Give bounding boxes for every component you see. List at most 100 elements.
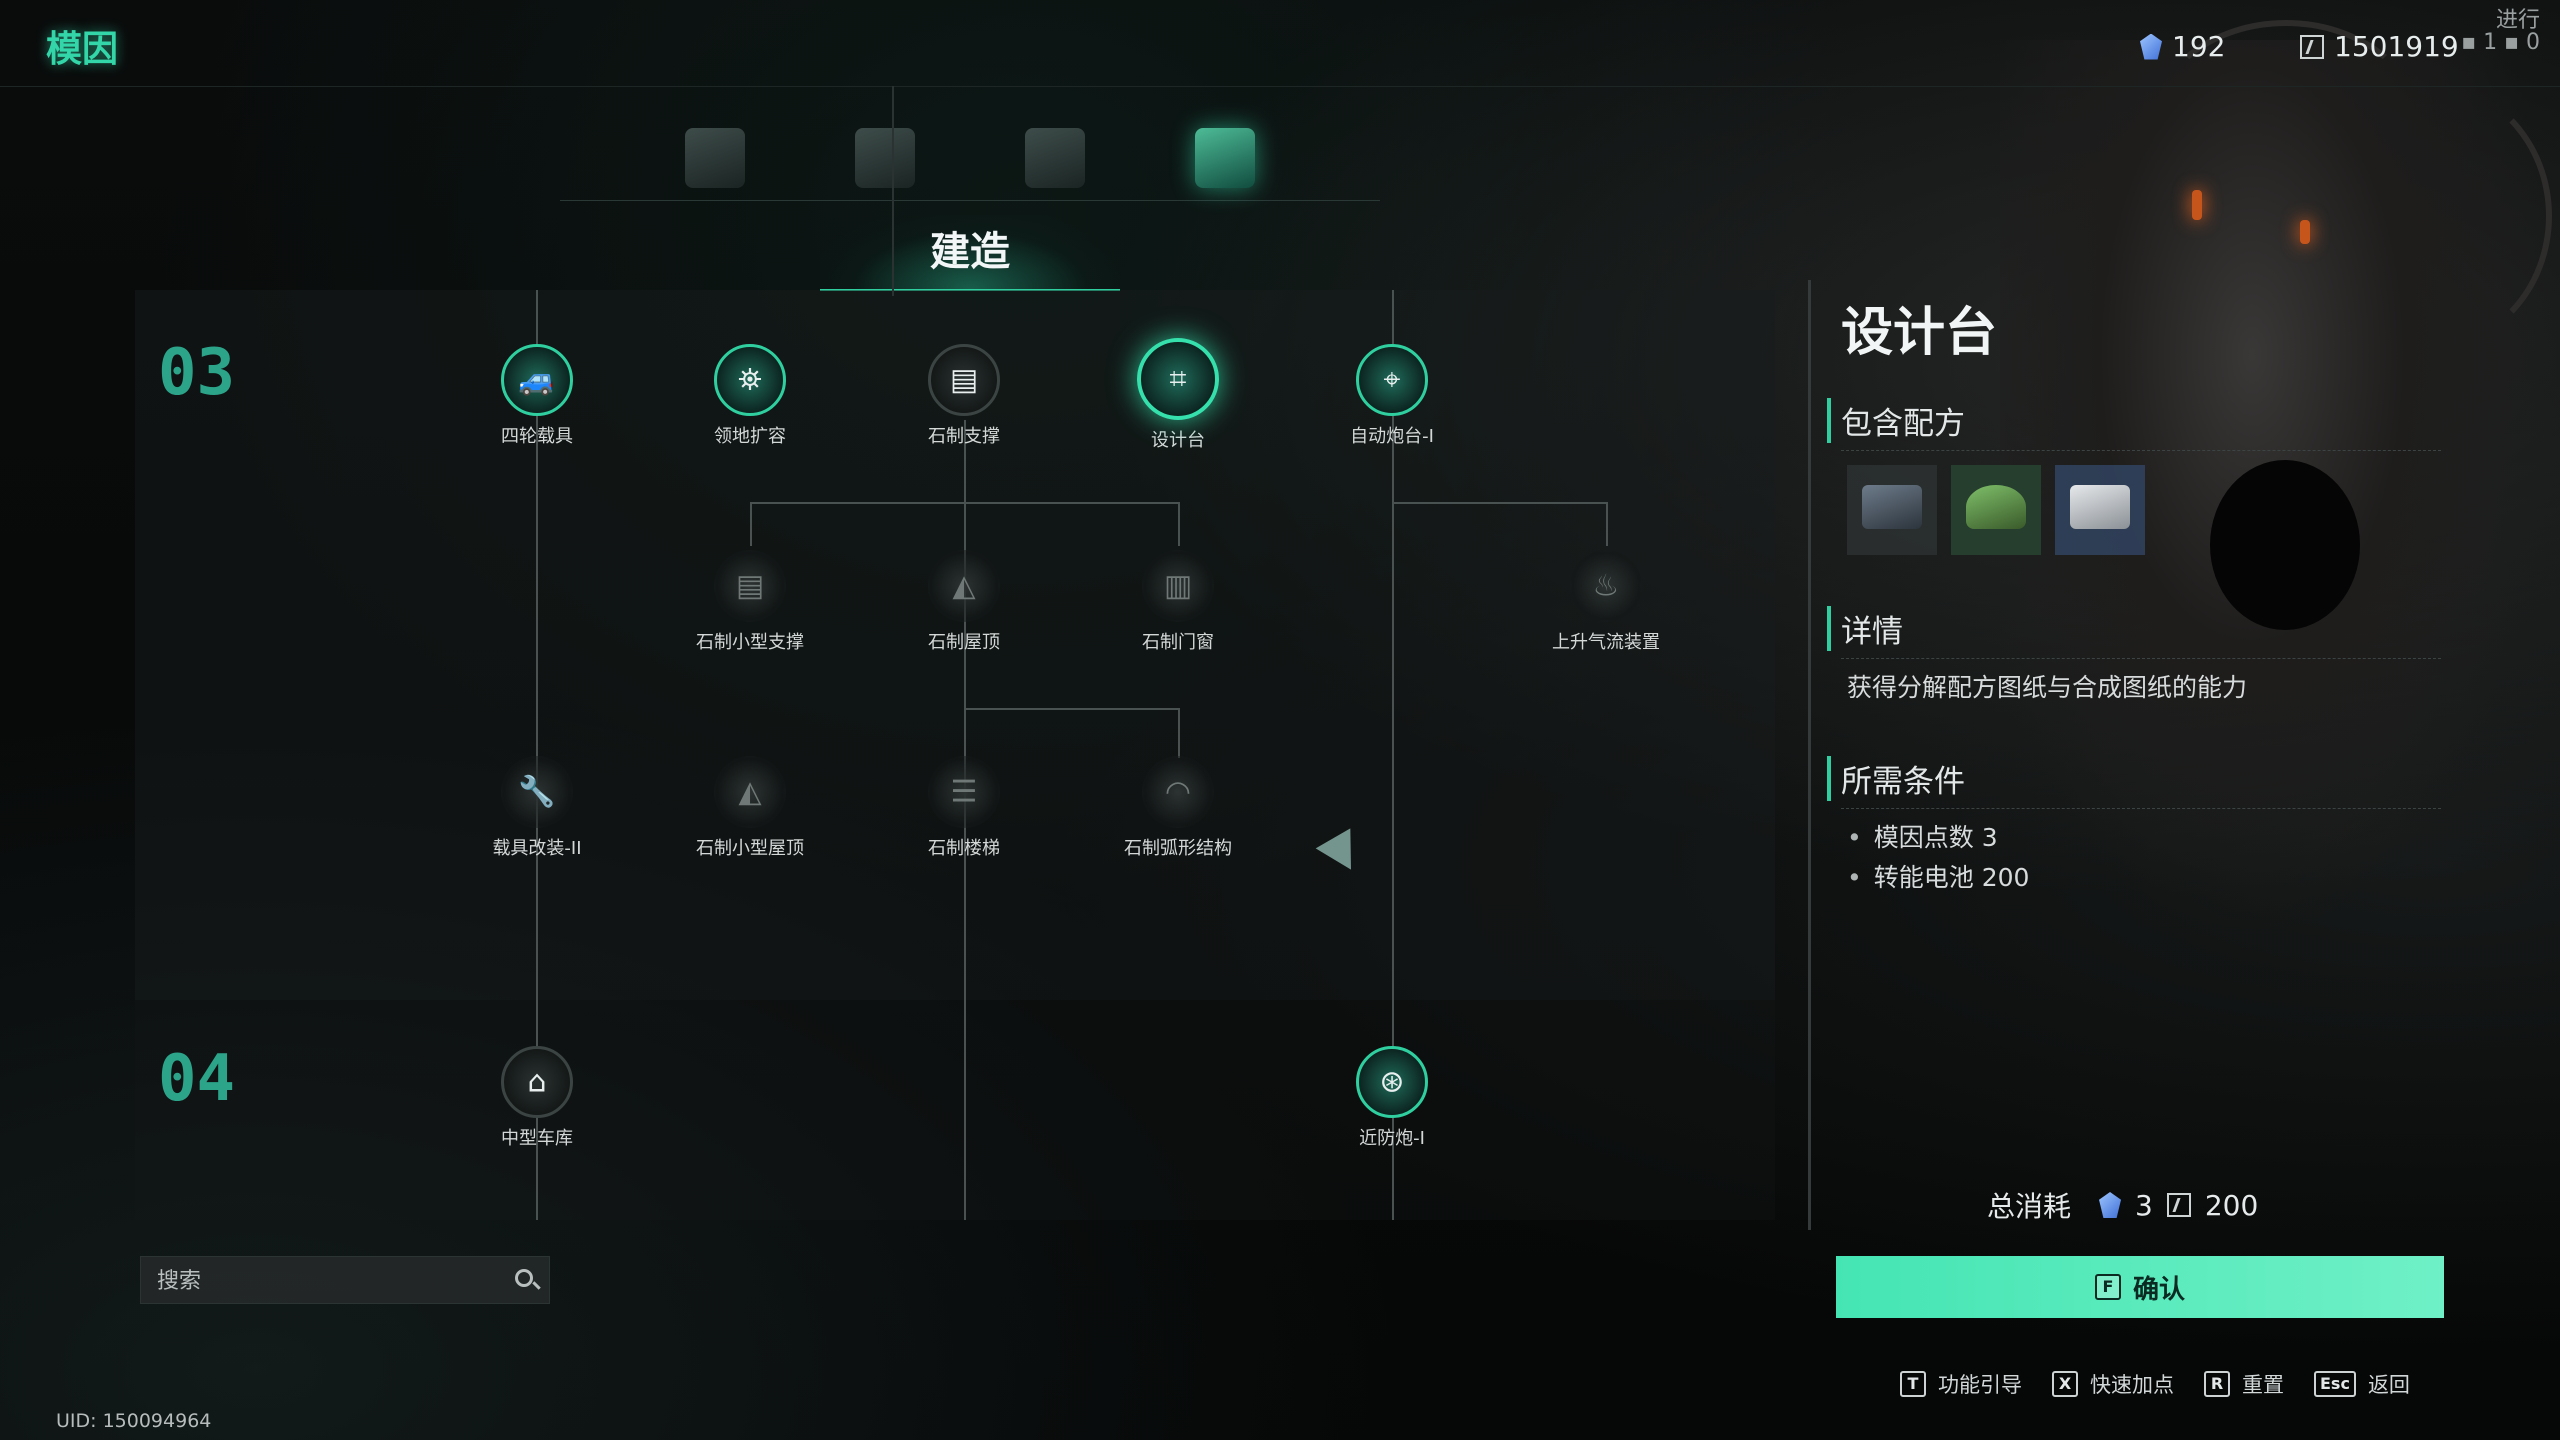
recipe-item[interactable] [2055, 465, 2145, 555]
node-label: 石制支撑 [928, 426, 1000, 447]
connector-line [750, 502, 1180, 504]
hint-guide[interactable]: T 功能引导 [1900, 1369, 2022, 1399]
node-stone-roof[interactable]: ◭ 石制屋顶 [884, 550, 1044, 654]
turret-icon: ⌖ [1383, 362, 1401, 398]
connector-line [1392, 502, 1607, 504]
hint-label: 功能引导 [1938, 1373, 2022, 1397]
car-icon: 🚙 [518, 362, 556, 398]
node-auto-turret[interactable]: ⌖ 自动炮台-I [1312, 344, 1472, 448]
node-icon-frame: ▤ [714, 550, 786, 622]
cost-battery: 200 [2204, 1188, 2259, 1222]
status-indicator: 进行 ▪ 1 ▪ 0 [2461, 10, 2540, 54]
search-box[interactable] [140, 1256, 550, 1304]
blueprint-icon [1862, 485, 1922, 529]
node-updraft-device[interactable]: ♨ 上升气流装置 [1526, 550, 1686, 654]
stairs-icon: ☰ [950, 774, 978, 810]
gene-point-icon [2140, 33, 2162, 60]
confirm-button[interactable]: F 确认 [1836, 1256, 2444, 1318]
node-icon-frame: ◭ [714, 756, 786, 828]
tab-building[interactable] [1180, 118, 1270, 198]
key-x-icon: X [2052, 1371, 2078, 1397]
tier-label: 03 [158, 336, 236, 410]
detail-panel: 设计台 包含配方 详情 获得分解配方图纸与合成图纸的能力 所需条件 模因点数 3… [1808, 280, 2461, 1230]
node-medium-garage[interactable]: ⌂ 中型车库 [457, 1046, 617, 1150]
requirement-item: 模因点数 3 [1847, 818, 1998, 854]
total-cost-label: 总消耗 [1987, 1190, 2072, 1223]
battery-value: 1501919 [2334, 30, 2459, 63]
arc-icon: ◠ [1164, 774, 1192, 810]
connector-line [1606, 502, 1608, 546]
search-input[interactable] [155, 1265, 499, 1297]
node-label: 领地扩容 [714, 426, 786, 447]
search-icon[interactable] [515, 1269, 533, 1287]
connector-line [964, 708, 1178, 710]
section-title: 建造 [820, 215, 1120, 291]
hint-reset[interactable]: R 重置 [2204, 1369, 2284, 1399]
node-four-wheel-vehicle[interactable]: 🚙 四轮载具 [457, 344, 617, 448]
cost-points: 3 [2135, 1188, 2153, 1222]
mosquito-drone-icon [685, 128, 745, 188]
hint-back[interactable]: Esc 返回 [2314, 1369, 2410, 1399]
door-icon: ▥ [1163, 568, 1193, 604]
wrench-icon: 🔧 [518, 774, 556, 810]
battery-counter: 1501919 [2300, 30, 2459, 63]
battery-icon [2300, 34, 2324, 59]
node-icon-frame: ⊛ [1356, 1046, 1428, 1118]
node-vehicle-mod[interactable]: 🔧 载具改装-II [457, 756, 617, 860]
recipe-item[interactable] [1847, 465, 1937, 555]
node-stone-small-roof[interactable]: ◭ 石制小型屋顶 [670, 756, 830, 860]
top-bar: 模因 192 1501919 进行 ▪ 1 ▪ 0 [0, 0, 2560, 87]
node-label: 近防炮-I [1359, 1128, 1425, 1149]
gene-points-counter: 192 [2140, 30, 2225, 63]
node-stone-support[interactable]: ▤ 石制支撑 [884, 344, 1044, 448]
creature-eye [2192, 190, 2202, 220]
recipe-item[interactable] [1951, 465, 2041, 555]
hotkey-hints: T 功能引导 X 快速加点 R 重置 Esc 返回 [1900, 1369, 2410, 1399]
node-icon-frame: ▤ [928, 344, 1000, 416]
tech-tree-tier-04 [135, 1000, 1775, 1220]
node-label: 自动炮台-I [1350, 426, 1434, 447]
blueprint-table-icon: ⌗ [1169, 361, 1187, 397]
node-territory-expansion[interactable]: ⛯ 领地扩容 [670, 344, 830, 448]
hint-label: 返回 [2367, 1373, 2410, 1397]
node-icon-frame: ◠ [1142, 756, 1214, 828]
building-icon [1195, 128, 1255, 188]
node-icon-frame: ⛯ [714, 344, 786, 416]
detail-text: 获得分解配方图纸与合成图纸的能力 [1847, 673, 2248, 702]
node-ciws[interactable]: ⊛ 近防炮-I [1312, 1046, 1472, 1150]
updraft-icon: ♨ [1592, 568, 1620, 604]
tab-workbench[interactable] [840, 118, 930, 198]
node-label: 载具改装-II [492, 838, 582, 859]
node-icon-frame: 🚙 [501, 344, 573, 416]
node-icon-frame: ⌗ [1137, 338, 1219, 420]
requirements-header: 所需条件 [1827, 756, 2441, 809]
key-r-icon: R [2204, 1371, 2230, 1397]
recipe-list [1847, 465, 2145, 555]
node-label: 四轮载具 [501, 426, 573, 447]
creature-eye [2300, 220, 2310, 244]
node-icon-frame: ▥ [1142, 550, 1214, 622]
recipes-header: 包含配方 [1827, 398, 2441, 451]
node-icon-frame: 🔧 [501, 756, 573, 828]
node-label: 石制小型屋顶 [696, 838, 804, 859]
key-f-icon: F [2094, 1274, 2121, 1300]
node-icon-frame: ☰ [928, 756, 1000, 828]
node-icon-frame: ♨ [1570, 550, 1642, 622]
hint-quick-add[interactable]: X 快速加点 [2052, 1369, 2174, 1399]
status-text: 进行 [2495, 8, 2540, 33]
tab-weapon[interactable] [670, 118, 760, 198]
node-label: 上升气流装置 [1552, 632, 1660, 653]
node-label: 设计台 [1151, 430, 1205, 451]
node-design-table[interactable]: ⌗ 设计台 [1098, 338, 1258, 452]
connector-line [1178, 502, 1180, 546]
tab-planting[interactable] [1010, 118, 1100, 198]
total-cost: 总消耗 3 200 [1987, 1185, 2258, 1225]
node-icon-frame: ⌂ [501, 1046, 573, 1118]
node-stone-small-support[interactable]: ▤ 石制小型支撑 [670, 550, 830, 654]
category-tabs [560, 110, 1380, 201]
confirm-label: 确认 [2132, 1274, 2185, 1305]
key-t-icon: T [1900, 1371, 1926, 1397]
node-stone-stairs[interactable]: ☰ 石制楼梯 [884, 756, 1044, 860]
node-stone-door-window[interactable]: ▥ 石制门窗 [1098, 550, 1258, 654]
node-stone-arc[interactable]: ◠ 石制弧形结构 [1098, 756, 1258, 860]
